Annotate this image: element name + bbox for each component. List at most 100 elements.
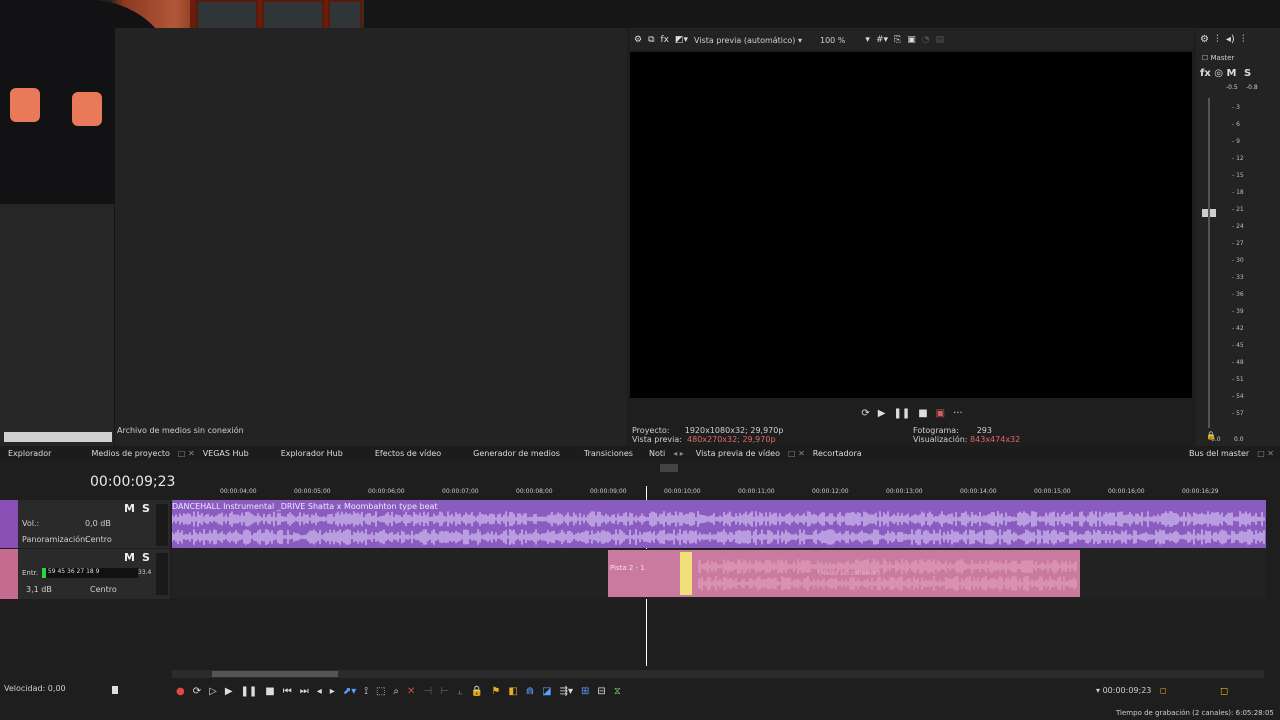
overlay2-icon[interactable]: ▤ (936, 35, 945, 45)
trim-icon[interactable]: ⊣ (423, 686, 432, 697)
copy-snapshot-icon[interactable]: ⎘ (894, 35, 901, 45)
delete-icon[interactable]: ✕ (407, 686, 415, 697)
ignore-grouping-icon[interactable]: ⊟ (597, 686, 605, 697)
master-fader-track[interactable] (1208, 98, 1210, 428)
play-icon[interactable]: ▶ (878, 408, 886, 419)
auto-ripple-icon[interactable]: ◪ (542, 686, 551, 697)
media-list-panel[interactable]: Archivo de medios sin conexión (115, 28, 627, 446)
gear-icon[interactable]: ⚙ (1200, 34, 1209, 45)
envelope-tool-icon[interactable]: ⟟ (364, 686, 368, 697)
close-icon[interactable]: □ ✕ (788, 449, 805, 458)
cursor-tool-icon[interactable]: ⬈▾ (343, 686, 356, 697)
track-1-mute-button[interactable]: M (124, 502, 135, 515)
volume-icon[interactable]: ◂) (1226, 34, 1235, 45)
master-fx-button[interactable]: fx (1200, 68, 1211, 79)
tab-video-preview[interactable]: Vista previa de vídeo (688, 449, 788, 458)
tab-trimmer[interactable]: Recortadora (805, 449, 870, 458)
more-icon[interactable]: ··· (953, 408, 963, 419)
grid-icon[interactable]: #▾ (876, 35, 888, 45)
track-1-audio-clip[interactable]: DANCEHALL Instrumental _DRIVE Shatta x M… (172, 500, 1266, 548)
split-icon[interactable]: ⫠ (457, 686, 463, 697)
lock-icon[interactable]: 🔒 (1206, 431, 1216, 440)
record-cursor-marker[interactable] (680, 552, 692, 595)
loop-icon[interactable]: ⟳ (861, 408, 869, 419)
snap-icon[interactable]: ⋒ (526, 686, 534, 697)
horizontal-scrollbar[interactable] (4, 432, 112, 442)
crossfade-icon[interactable]: ⧖ (614, 686, 621, 697)
track-1-vol-value[interactable]: 0,0 dB (85, 519, 111, 528)
track-1-pan-value[interactable]: Centro (85, 535, 112, 544)
tab-project-media[interactable]: Medios de proyecto (83, 449, 177, 458)
play-from-start-icon[interactable]: ▷ (209, 686, 217, 697)
timeline-horizontal-scrollbar[interactable] (172, 670, 1264, 678)
tab-hub-explorer[interactable]: Explorador Hub (273, 449, 351, 458)
time-ruler[interactable]: 00:00:04;00 00:00:05;00 00:00:06;00 00:00:0… (172, 486, 1268, 500)
master-mute-button[interactable]: M (1227, 68, 1237, 79)
go-to-end-icon[interactable]: ⏭ (300, 686, 309, 697)
play-icon[interactable]: ▶ (225, 686, 233, 697)
trim-end-icon[interactable]: ⊢ (440, 686, 449, 697)
save-snapshot-icon[interactable]: ▣ (907, 35, 916, 45)
checkbox-icon[interactable]: ☐ (1202, 54, 1208, 62)
go-to-start-icon[interactable]: ⏮ (283, 686, 292, 697)
loop-icon[interactable]: ⟳ (193, 686, 201, 697)
tab-scroll-arrows[interactable]: ◂ ▸ (673, 449, 684, 458)
track-2-pan-value[interactable]: Centro (90, 585, 117, 594)
pause-icon[interactable]: ❚❚ (241, 686, 258, 697)
tab-vegas-hub[interactable]: VEGAS Hub (195, 449, 257, 458)
track-2-header[interactable]: M S Entr. 59 45 36 27 18 9 33.4 3,1 dB C… (0, 549, 170, 599)
record-screen-icon[interactable]: ▣ (936, 408, 945, 419)
track-2-mute-button[interactable]: M (124, 551, 135, 564)
loop-region-marker[interactable] (660, 464, 678, 472)
track-1-solo-button[interactable]: S (142, 502, 150, 515)
track-2-solo-button[interactable]: S (142, 551, 150, 564)
tab-transitions[interactable]: Transiciones (576, 449, 641, 458)
link-icon[interactable]: ◎ (1214, 68, 1223, 79)
preview-quality-dropdown[interactable]: Vista previa (automático) ▾ (694, 36, 802, 45)
master-solo-button[interactable]: S (1244, 68, 1251, 79)
selection-tool-icon[interactable]: ⬚ (376, 686, 385, 697)
overlay-icon[interactable]: ◔ (922, 35, 930, 45)
stop-icon[interactable]: ■ (265, 686, 274, 697)
timecode-display[interactable]: 00:00:09;23 (90, 474, 175, 490)
tab-master-bus[interactable]: Bus del master (1181, 449, 1257, 458)
split-screen-icon[interactable]: ◩▾ (675, 35, 688, 45)
tab-video-fx[interactable]: Efectos de vídeo (367, 449, 449, 458)
video-preview-screen[interactable] (630, 52, 1192, 398)
chevron-down-icon[interactable]: ▾ (865, 35, 870, 45)
lock-envelopes-icon[interactable]: ⊞ (581, 686, 589, 697)
close-icon[interactable]: □ ✕ (178, 449, 195, 458)
ripple-mode-icon[interactable]: ⇶▾ (560, 686, 573, 697)
copy-icon[interactable]: ⧉ (648, 35, 654, 45)
speed-slider-handle[interactable] (112, 686, 118, 694)
cursor-time[interactable]: 00:00:09;23 (1103, 686, 1152, 695)
loop-region-icon[interactable]: ◻ (1160, 686, 1167, 695)
stop-icon[interactable]: ■ (918, 408, 927, 419)
region-icon[interactable]: ◧ (508, 686, 517, 697)
gear-icon[interactable]: ⚙ (634, 35, 642, 45)
scroll-thumb[interactable] (212, 671, 338, 677)
tab-explorer[interactable]: Explorador (0, 449, 59, 458)
prev-frame-icon[interactable]: ◂ (317, 686, 322, 697)
track-2-recording-clip[interactable]: Pista 2 - 1 (Medio sin conexión) (608, 550, 1080, 597)
zoom-dropdown[interactable]: 100 % (820, 36, 845, 45)
track-2-vol-value[interactable]: 3,1 dB (26, 585, 52, 594)
tab-media-generators[interactable]: Generador de medios (465, 449, 568, 458)
close-icon[interactable]: □ ✕ (1257, 449, 1274, 458)
tab-notes[interactable]: Noti (641, 449, 673, 458)
pause-icon[interactable]: ❚❚ (893, 408, 910, 419)
transport-controls: ● ⟳ ▷ ▶ ❚❚ ■ ⏮ ⏭ ◂ ▸ ⬈▾ ⟟ ⬚ ⌕ ✕ ⊣ ⊢ ⫠ 🔒 … (176, 686, 621, 697)
preview-res-value: 480x270x32; 29,970p (687, 435, 776, 444)
master-bus-panel: ⚙ ⫶ ◂) ⫶ ☐ Master fx ◎ M S -0.5 -0.8 0.0… (1196, 28, 1280, 446)
track-1-header[interactable]: M S Vol.: 0,0 dB Panoramización: Centro (0, 500, 170, 548)
region-end-icon[interactable]: ◻ (1220, 686, 1228, 697)
marker-icon[interactable]: ⚑ (491, 686, 500, 697)
explorer-tree-panel[interactable] (0, 204, 115, 446)
lock-icon[interactable]: 🔒 (471, 686, 483, 697)
next-frame-icon[interactable]: ▸ (330, 686, 335, 697)
record-icon[interactable]: ● (176, 686, 185, 697)
fx-icon[interactable]: fx (661, 35, 670, 45)
insert-icon[interactable]: ⫶ (1216, 34, 1219, 45)
zoom-tool-icon[interactable]: ⌕ (393, 686, 399, 697)
more-icon[interactable]: ⫶ (1242, 34, 1245, 45)
